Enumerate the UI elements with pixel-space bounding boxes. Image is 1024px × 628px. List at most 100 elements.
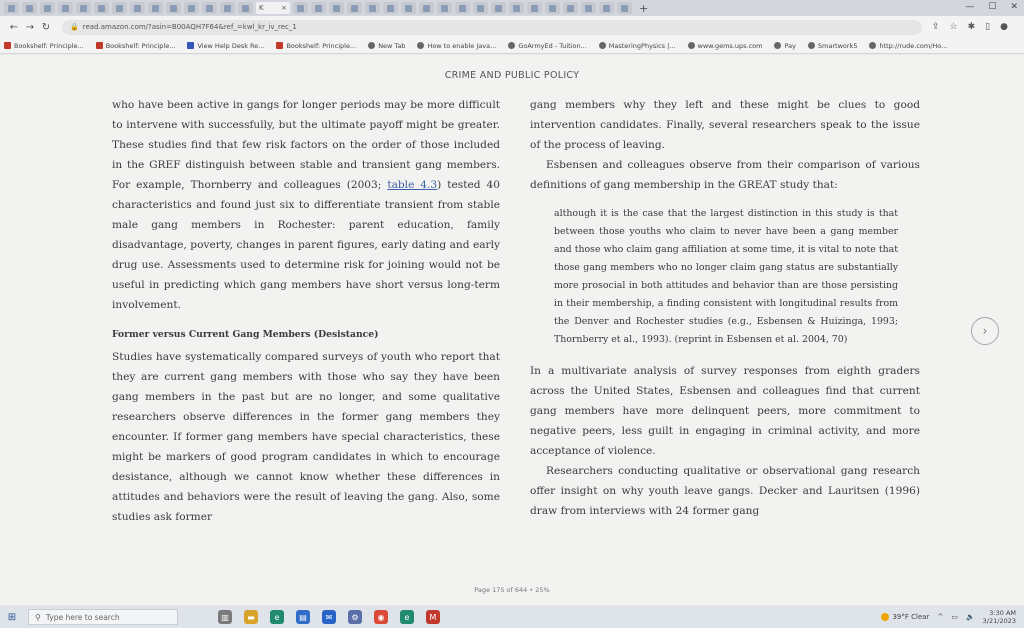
- globe-icon: [774, 42, 782, 49]
- browser-tab[interactable]: [383, 2, 398, 14]
- next-page-button[interactable]: ›: [971, 317, 999, 345]
- windows-start-icon[interactable]: ⊞: [2, 612, 22, 623]
- mcafee-icon[interactable]: M: [426, 610, 440, 624]
- browser-tab[interactable]: [148, 2, 163, 14]
- browser-tab[interactable]: [527, 2, 542, 14]
- forward-arrow-icon[interactable]: →: [22, 22, 38, 33]
- bookmark-item[interactable]: Bookshelf: Principle...: [276, 42, 356, 50]
- table-4-3-link[interactable]: table 4.3: [387, 179, 437, 191]
- bookmark-item[interactable]: Smartwork5: [807, 42, 857, 50]
- tab-favicon-icon: [513, 4, 520, 12]
- browser-tab[interactable]: [545, 2, 560, 14]
- browser-tab[interactable]: [437, 2, 452, 14]
- browser-tab[interactable]: [112, 2, 127, 14]
- chrome-icon[interactable]: ◉: [374, 610, 388, 624]
- tab-favicon-icon: [495, 4, 502, 12]
- tab-favicon-icon: [567, 4, 574, 12]
- globe-icon: [368, 42, 376, 49]
- store-icon[interactable]: ▤: [296, 610, 310, 624]
- browser-tab[interactable]: [473, 2, 488, 14]
- new-tab-button[interactable]: +: [639, 2, 648, 15]
- browser-tab[interactable]: [184, 2, 199, 14]
- browser-tab[interactable]: [166, 2, 181, 14]
- tab-strip: K × +: [0, 0, 1024, 16]
- tab-favicon-icon: [62, 4, 69, 12]
- minimize-button[interactable]: —: [965, 2, 974, 12]
- network-icon[interactable]: ▭: [951, 613, 958, 621]
- bookmark-item[interactable]: http://rude.com/Ho...: [869, 42, 947, 50]
- windows-taskbar: ⊞ ⚲ Type here to search ▥ ▬ e ▤ ✉ ⚙ ◉ e …: [0, 606, 1024, 628]
- tab-favicon-icon: [585, 4, 592, 12]
- block-quote: although it is the case that the largest…: [554, 208, 898, 345]
- browser-tab-active[interactable]: K ×: [256, 2, 290, 14]
- mail-icon[interactable]: ✉: [322, 610, 336, 624]
- sidepanel-icon[interactable]: ▯: [985, 22, 990, 32]
- browser-tab[interactable]: [76, 2, 91, 14]
- bookmark-item[interactable]: Bookshelf: Principle...: [4, 42, 84, 50]
- bookmark-item[interactable]: How to enable Java...: [417, 42, 496, 50]
- volume-icon[interactable]: 🔈: [966, 613, 975, 621]
- weather-widget[interactable]: 39°F Clear: [881, 613, 929, 621]
- edge-icon-2[interactable]: e: [400, 610, 414, 624]
- edge-icon[interactable]: e: [270, 610, 284, 624]
- browser-tab[interactable]: [365, 2, 380, 14]
- chevron-right-icon: ›: [982, 324, 988, 338]
- search-icon: ⚲: [35, 612, 41, 622]
- extensions-icon[interactable]: ✱: [968, 22, 976, 32]
- close-window-button[interactable]: ✕: [1010, 2, 1018, 12]
- browser-tab[interactable]: [419, 2, 434, 14]
- browser-tab[interactable]: [94, 2, 109, 14]
- browser-tab[interactable]: [238, 2, 253, 14]
- browser-tab[interactable]: [220, 2, 235, 14]
- chevron-up-icon[interactable]: ^: [937, 613, 943, 621]
- tab-favicon-icon: [603, 4, 610, 12]
- profile-icon[interactable]: ●: [1000, 22, 1008, 32]
- browser-tab[interactable]: [491, 2, 506, 14]
- bookmark-item[interactable]: Pay: [774, 42, 796, 50]
- browser-tab[interactable]: [4, 2, 19, 14]
- back-arrow-icon[interactable]: ←: [6, 22, 22, 33]
- bookmark-item[interactable]: www.gems.ups.com: [687, 42, 762, 50]
- browser-tab[interactable]: [293, 2, 308, 14]
- tab-favicon-icon: [423, 4, 430, 12]
- browser-tab[interactable]: [455, 2, 470, 14]
- browser-tab[interactable]: [22, 2, 37, 14]
- maximize-button[interactable]: ☐: [988, 2, 996, 12]
- close-tab-icon[interactable]: ×: [281, 4, 287, 12]
- browser-tab[interactable]: [617, 2, 632, 14]
- task-view-icon[interactable]: ▥: [218, 610, 232, 624]
- browser-tab[interactable]: [581, 2, 596, 14]
- bookmark-item[interactable]: View Help Desk Re...: [187, 42, 264, 50]
- bookmark-item[interactable]: Bookshelf: Principle...: [95, 42, 175, 50]
- address-bar[interactable]: 🔒 read.amazon.com/?asin=B00AQH7F64&ref_=…: [62, 19, 922, 35]
- browser-tab[interactable]: [130, 2, 145, 14]
- browser-tab[interactable]: [599, 2, 614, 14]
- bookmark-item[interactable]: GoArmyEd - Tuition...: [508, 42, 587, 50]
- browser-tab[interactable]: [509, 2, 524, 14]
- tab-favicon-icon: [224, 4, 231, 12]
- bookmark-item[interactable]: MasteringPhysics |...: [598, 42, 676, 50]
- browser-tab[interactable]: [563, 2, 578, 14]
- browser-tab[interactable]: [311, 2, 326, 14]
- section-heading: Former versus Current Gang Members (Desi…: [112, 329, 379, 340]
- browser-tab[interactable]: [347, 2, 362, 14]
- taskbar-search[interactable]: ⚲ Type here to search: [28, 609, 178, 625]
- browser-tab[interactable]: [40, 2, 55, 14]
- star-icon[interactable]: ☆: [950, 22, 958, 32]
- browser-tab[interactable]: [202, 2, 217, 14]
- settings-icon[interactable]: ⚙: [348, 610, 362, 624]
- tab-favicon-icon: [333, 4, 340, 12]
- share-icon[interactable]: ⇪: [932, 22, 940, 32]
- file-explorer-icon[interactable]: ▬: [244, 610, 258, 624]
- browser-tab[interactable]: [329, 2, 344, 14]
- tab-favicon-icon: [621, 4, 628, 12]
- reload-icon[interactable]: ↻: [38, 22, 54, 33]
- clock[interactable]: 3:30 AM 3/21/2023: [983, 609, 1016, 625]
- window-controls: — ☐ ✕: [965, 2, 1018, 12]
- globe-icon: [807, 42, 815, 49]
- bookmark-item[interactable]: New Tab: [368, 42, 405, 50]
- browser-tab[interactable]: [401, 2, 416, 14]
- right-column: gang members why they left and these mig…: [530, 95, 920, 521]
- browser-tab[interactable]: [58, 2, 73, 14]
- left-paragraph-2: Studies have systematically compared sur…: [112, 351, 500, 523]
